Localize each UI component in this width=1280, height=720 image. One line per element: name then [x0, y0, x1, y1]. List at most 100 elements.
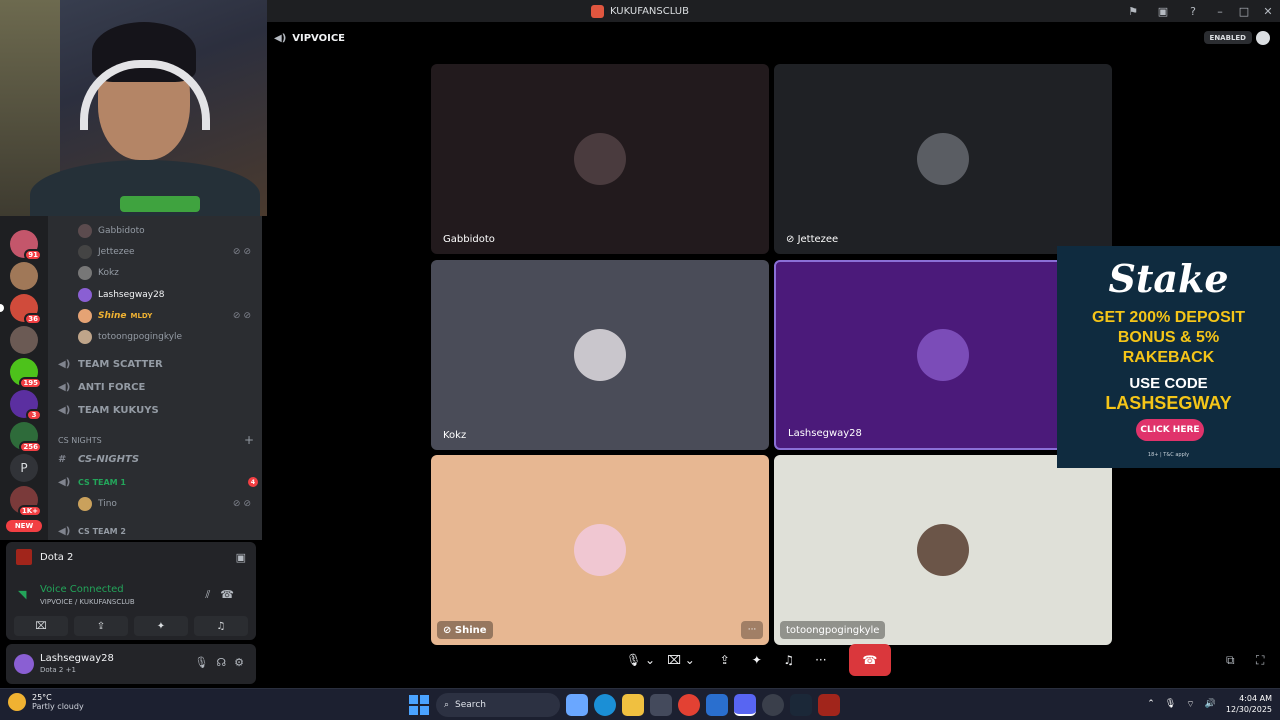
file-explorer-icon[interactable] — [622, 694, 644, 716]
activities-button[interactable]: ✦ — [743, 645, 771, 675]
taskbar-search[interactable]: ⌕ Search — [436, 693, 560, 717]
noise-suppression-icon[interactable]: ⫽ — [205, 588, 220, 601]
obs-icon[interactable] — [762, 694, 784, 716]
copilot-icon[interactable] — [566, 694, 588, 716]
sponsor-ad[interactable]: Stake GET 200% DEPOSIT BONUS & 5% RAKEBA… — [1057, 246, 1280, 468]
server-avatar[interactable]: 91 — [10, 230, 42, 261]
discord-icon[interactable] — [734, 694, 756, 716]
headphones-icon[interactable]: ☊ — [216, 656, 226, 669]
screen: KUKUFANSCLUB ⚑ ▣ ? – □ ✕ 91 36 195 3 256… — [0, 0, 1280, 720]
server-avatar[interactable]: 36 — [0, 294, 42, 325]
member-name: Gabbidoto — [98, 226, 145, 236]
soundboard-button[interactable]: ♫ — [194, 616, 248, 636]
server-avatar[interactable] — [10, 326, 38, 354]
steam-icon[interactable] — [790, 694, 812, 716]
ad-click-button[interactable]: CLICK HERE — [1136, 419, 1204, 441]
video-tile[interactable]: totoongpogingkyle — [774, 455, 1112, 645]
voice-member[interactable]: Lashsegway28 — [78, 286, 254, 304]
avatar — [78, 288, 92, 302]
screen-share-icon[interactable]: ▣ — [1148, 0, 1178, 22]
soundboard-button[interactable]: ♫ — [775, 645, 803, 675]
avatar — [78, 309, 92, 323]
mention-badge: 195 — [19, 377, 42, 389]
server-avatar[interactable]: 256 — [10, 422, 42, 453]
store-icon[interactable] — [650, 694, 672, 716]
chat-icon[interactable] — [1256, 31, 1270, 45]
edge-icon[interactable] — [594, 694, 616, 716]
add-channel-icon[interactable]: + — [244, 433, 254, 447]
voice-member[interactable]: Kokz — [78, 264, 254, 282]
voice-channel[interactable]: ◀) CS TEAM 2 — [58, 521, 258, 540]
wifi-icon[interactable]: ⌔ — [1186, 699, 1194, 710]
voice-channel[interactable]: ◀) TEAM KUKUYS — [58, 400, 258, 420]
share-screen-button[interactable]: ⇪ — [711, 645, 739, 675]
activities-button[interactable]: ✦ — [134, 616, 188, 636]
mail-icon[interactable] — [706, 694, 728, 716]
mention-badge: 91 — [24, 249, 42, 261]
server-avatar[interactable]: 3 — [10, 390, 42, 421]
maximize-button[interactable]: □ — [1232, 0, 1256, 22]
more-options-button[interactable]: ··· — [741, 621, 763, 639]
voice-member[interactable]: Shine MLDY ⊘⊘ — [78, 307, 254, 325]
screen-share-icon[interactable]: ▣ — [236, 551, 246, 564]
disconnect-icon[interactable]: ☎ — [220, 588, 244, 601]
voice-member[interactable]: Gabbidoto — [78, 222, 254, 240]
video-tile[interactable]: ⊘ Jettezee — [774, 64, 1112, 254]
voice-channel[interactable]: ◀) ANTI FORCE — [58, 377, 258, 397]
text-channel[interactable]: # CS-NIGHTS — [58, 449, 258, 469]
microphone-icon[interactable]: 🎙 — [1165, 699, 1176, 709]
call-controls: 🎙 ⌄ ⌧ ⌄ ⇪ ✦ ♫ ··· ☎ — [622, 644, 891, 676]
video-off-icon: ⊘ — [786, 233, 798, 245]
help-icon[interactable]: ? — [1178, 0, 1208, 22]
server-avatar[interactable]: P — [10, 454, 38, 482]
windows-start-icon[interactable] — [408, 694, 430, 716]
close-button[interactable]: ✕ — [1256, 0, 1280, 22]
more-button[interactable]: ··· — [807, 645, 835, 675]
user-name[interactable]: Lashsegway28 — [40, 653, 114, 664]
enabled-badge[interactable]: ENABLED — [1203, 31, 1252, 44]
server-avatar[interactable]: 1K+ — [10, 486, 42, 517]
minimize-button[interactable]: – — [1208, 0, 1232, 22]
share-screen-button[interactable]: ⇪ — [74, 616, 128, 636]
camera-button[interactable]: ⌧ ⌄ — [663, 645, 699, 675]
voice-member[interactable]: Jettezee ⊘⊘ — [78, 243, 254, 261]
flag-icon[interactable]: ⚑ — [1118, 0, 1148, 22]
signal-icon[interactable]: ◥ — [18, 588, 26, 601]
video-tile[interactable]: ⊘ Shine ··· — [431, 455, 769, 645]
microphone-button[interactable]: 🎙 ⌄ — [622, 645, 659, 675]
game-icon — [16, 549, 32, 565]
voice-status[interactable]: Voice Connected — [40, 584, 124, 595]
voice-channel[interactable]: ◀) CS TEAM 1 4 — [58, 472, 258, 492]
avatar[interactable] — [14, 654, 34, 674]
category-header[interactable]: CS NIGHTS + — [58, 432, 254, 448]
user-controls: 🎙 ☊ ⚙ — [194, 656, 244, 669]
disconnect-button[interactable]: ☎ — [848, 644, 891, 676]
popout-icon[interactable]: ⧉ — [1226, 653, 1240, 667]
speaker-icon: ◀) — [274, 32, 287, 44]
voice-location[interactable]: VIPVOICE / KUKUFANSCLUB — [40, 598, 135, 606]
member-name: Tino — [98, 499, 117, 509]
fullscreen-icon[interactable]: ⛶ — [1256, 653, 1270, 667]
activity-panel[interactable]: Dota 2 ▣ — [6, 542, 256, 572]
voice-channel[interactable]: ◀) TEAM SCATTER — [58, 354, 258, 374]
camera-toggle-button[interactable]: ⌧ — [14, 616, 68, 636]
dota-icon[interactable] — [818, 694, 840, 716]
server-avatar[interactable] — [10, 262, 38, 290]
voice-member[interactable]: totoongpogingkyle — [78, 328, 254, 346]
volume-icon[interactable]: 🔊 — [1205, 699, 1216, 709]
voice-member[interactable]: Tino ⊘⊘ — [78, 495, 254, 513]
avatar — [574, 329, 626, 381]
microphone-icon[interactable]: 🎙 — [194, 656, 208, 669]
chrome-icon[interactable] — [678, 694, 700, 716]
clock[interactable]: 4:04 AM 12/30/2025 — [1226, 693, 1272, 715]
channel-name: TEAM KUKUYS — [78, 404, 159, 416]
user-status: Dota 2 +1 — [40, 666, 76, 674]
avatar — [917, 329, 969, 381]
channel-name: ANTI FORCE — [78, 381, 146, 393]
weather-widget[interactable]: 25°C Partly cloudy — [8, 693, 84, 711]
video-tile[interactable]: Gabbidoto — [431, 64, 769, 254]
server-avatar[interactable]: 195 — [10, 358, 42, 389]
video-tile[interactable]: Kokz — [431, 260, 769, 450]
chevron-up-icon[interactable]: ⌃ — [1147, 699, 1155, 709]
gear-icon[interactable]: ⚙ — [234, 656, 244, 669]
